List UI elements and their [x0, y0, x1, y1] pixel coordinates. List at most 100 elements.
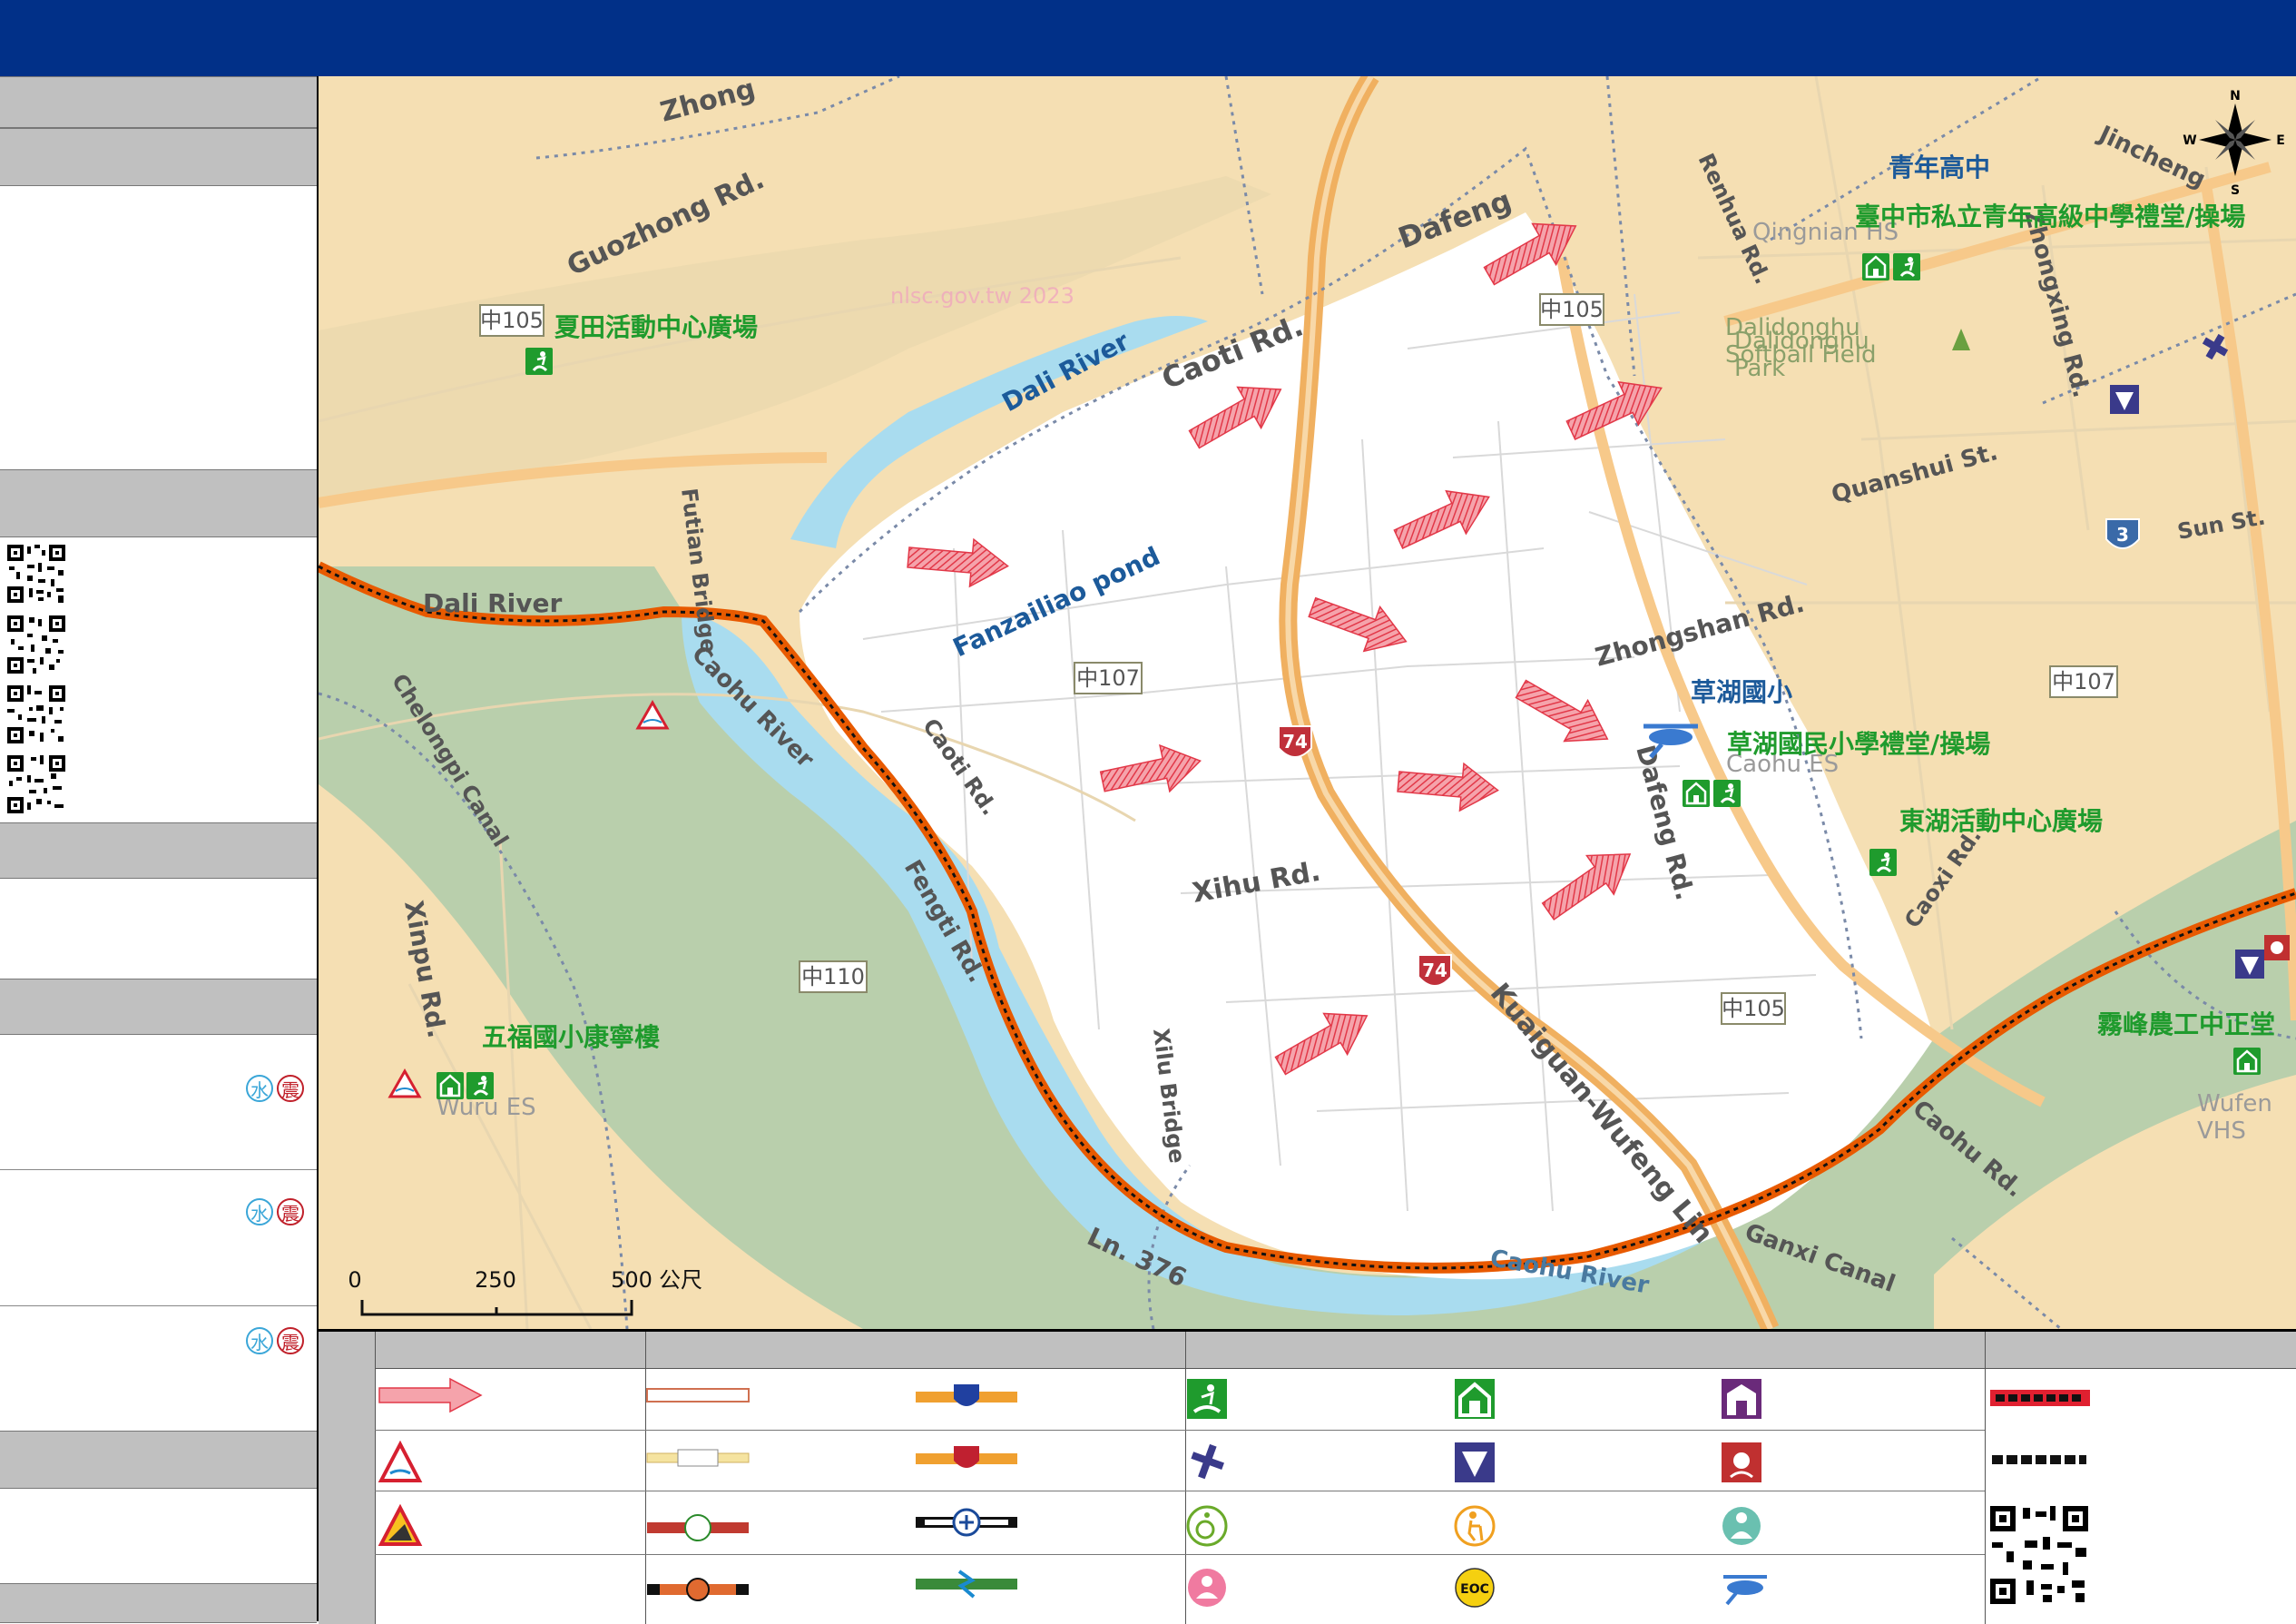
svg-text:W: W [2183, 133, 2196, 148]
legend-divider [1985, 1332, 1986, 1624]
sidebar-band-6 [0, 1431, 317, 1489]
svg-text:S: S [2231, 183, 2240, 198]
svg-text:中105: 中105 [480, 308, 544, 333]
legend-header [319, 1332, 2296, 1369]
svg-text:E: E [2276, 133, 2285, 148]
fire-department-icon [2264, 935, 2290, 960]
svg-text:500: 500 [611, 1267, 652, 1293]
road-outline-icon [646, 1388, 750, 1403]
helipad-icon [1723, 1575, 1767, 1606]
outdoor-shelter-icon[interactable] [1712, 778, 1742, 809]
svg-text:nlsc.gov.tw 2023: nlsc.gov.tw 2023 [890, 283, 1074, 309]
medical-icon [1191, 1443, 1224, 1480]
svg-text:中107: 中107 [1076, 665, 1140, 691]
highway-shield-blue-icon [916, 1384, 1017, 1406]
eoc-icon: EOC [1455, 1568, 1495, 1608]
qr-code-icon[interactable] [1988, 1504, 2090, 1606]
outdoor-shelter-icon[interactable] [1868, 847, 1899, 878]
county-road-icon [647, 1514, 749, 1541]
police-station-icon [2235, 950, 2264, 979]
boundary-line-icon [1990, 1390, 2090, 1406]
svg-text:中107: 中107 [2052, 669, 2115, 694]
police-station-icon [2110, 385, 2139, 414]
road-shield-z110: 中110 [799, 960, 868, 993]
highway-shield-74: 74 [1278, 725, 1312, 758]
qr-code-icon[interactable] [5, 543, 67, 605]
flood-badge: 水 [246, 1075, 273, 1102]
district-line-icon [1992, 1455, 2086, 1464]
road-shield-z107: 中107 [2049, 665, 2118, 698]
earthquake-badge: 震 [277, 1075, 304, 1102]
earthquake-badge: 震 [277, 1327, 304, 1354]
svg-text:臺中市私立青年高級中學禮堂/操場: 臺中市私立青年高級中學禮堂/操場 [1855, 202, 2245, 231]
wheelchair-icon [1186, 1505, 1228, 1547]
svg-text:74: 74 [1282, 731, 1308, 753]
svg-text:EOC: EOC [1460, 1582, 1489, 1597]
header-bar [0, 0, 2296, 78]
elderly-care-icon [1454, 1505, 1496, 1547]
evacuation-arrow-icon [378, 1377, 483, 1413]
sidebar-band-1 [0, 76, 317, 128]
svg-text:N: N [2230, 89, 2241, 103]
svg-text:0: 0 [348, 1267, 361, 1293]
map-panel[interactable]: 中105 中105 中105 中107 中107 中110 74 74 3 Zh… [319, 76, 2296, 1329]
svg-text:250: 250 [475, 1267, 516, 1293]
sidebar-band-3 [0, 469, 317, 537]
sidebar-divider [0, 1305, 317, 1306]
highway-shield-74: 74 [1418, 954, 1452, 987]
outdoor-shelter-icon[interactable] [524, 346, 554, 377]
svg-text:3: 3 [2116, 524, 2129, 546]
outdoor-shelter-icon [1187, 1379, 1227, 1419]
road-shield-z105: 中105 [1721, 992, 1786, 1025]
flood-hazard-icon [378, 1441, 423, 1482]
sidebar: 水震 水震 水震 [0, 76, 319, 1623]
svg-text:公尺: 公尺 [659, 1267, 702, 1293]
road-shield-z107: 中107 [1074, 662, 1143, 694]
map-canvas[interactable]: 中105 中105 中105 中107 中107 中110 74 74 3 Zh… [319, 76, 2296, 1329]
provincial-road-icon [646, 1449, 750, 1467]
local-road-icon [647, 1578, 749, 1601]
road-shield-z105: 中105 [1539, 293, 1604, 326]
svg-text:74: 74 [1422, 960, 1447, 981]
outdoor-shelter-icon[interactable] [465, 1070, 496, 1101]
highway-shield-3: 3 [2105, 518, 2140, 549]
legend-panel: EOC [319, 1329, 2296, 1624]
qr-code-icon[interactable] [5, 614, 67, 675]
svg-text:霧峰農工中正堂: 霧峰農工中正堂 [2097, 1009, 2275, 1039]
police-badge-icon [1455, 1442, 1495, 1482]
highway-shield-red-icon [916, 1446, 1017, 1468]
sidebar-band-7 [0, 1583, 317, 1623]
legend-row-line [375, 1554, 1985, 1555]
sidebar-divider [0, 1169, 317, 1170]
svg-text:草湖國小: 草湖國小 [1691, 677, 1792, 707]
fire-department-icon [1722, 1442, 1761, 1482]
police-station-icon [1722, 1379, 1761, 1419]
hazard-badges: 水震 [246, 1327, 309, 1356]
sidebar-band-2 [0, 128, 317, 186]
svg-text:五福國小康寧樓: 五福國小康寧樓 [482, 1022, 660, 1052]
indoor-shelter-icon[interactable] [1681, 778, 1712, 809]
qr-code-icon[interactable] [5, 753, 67, 815]
hazard-badges: 水震 [246, 1198, 309, 1227]
svg-text:中105: 中105 [1722, 996, 1785, 1021]
sidebar-band-4 [0, 822, 317, 879]
qr-code-icon[interactable] [5, 684, 67, 745]
hsr-icon [916, 1570, 1017, 1599]
svg-text:中105: 中105 [1540, 297, 1604, 322]
indoor-shelter-icon[interactable] [2232, 1046, 2262, 1077]
sidebar-band-5 [0, 979, 317, 1035]
indoor-shelter-icon[interactable] [1860, 251, 1891, 282]
outdoor-shelter-icon[interactable] [1891, 251, 1922, 282]
svg-text:中110: 中110 [801, 964, 865, 989]
svg-text:東湖活動中心廣場: 東湖活動中心廣場 [1899, 806, 2103, 836]
svg-text:Dali River: Dali River [423, 588, 562, 618]
indoor-shelter-icon [1455, 1379, 1495, 1419]
road-shield-z105: 中105 [479, 304, 545, 337]
legend-side [319, 1332, 376, 1624]
indoor-shelter-icon[interactable] [435, 1070, 466, 1101]
landslide-hazard-icon [378, 1504, 423, 1546]
svg-text:草湖國民小學禮堂/操場: 草湖國民小學禮堂/操場 [1727, 729, 1990, 759]
railway-station-icon [916, 1508, 1017, 1537]
flood-badge: 水 [246, 1198, 273, 1225]
hazard-badges: 水震 [246, 1075, 309, 1104]
